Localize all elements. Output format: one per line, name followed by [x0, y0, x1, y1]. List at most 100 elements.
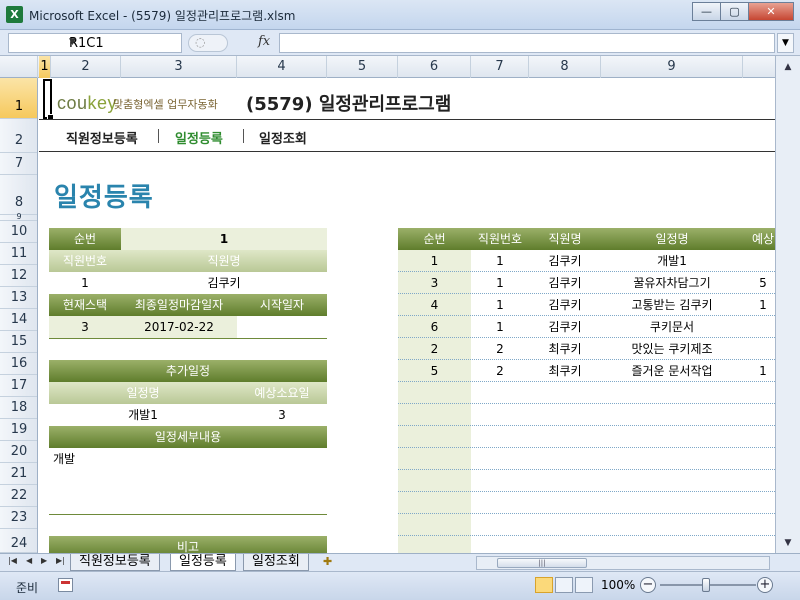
table-row[interactable]: 2 2 최쿠키 맛있는 쿠키제조: [398, 338, 775, 360]
row-header[interactable]: 12: [0, 265, 37, 287]
table-row[interactable]: [398, 382, 775, 404]
row-header[interactable]: 10: [0, 221, 37, 243]
sheet-tab-schedule-registration[interactable]: 일정등록: [170, 554, 236, 571]
normal-view-button[interactable]: [535, 577, 553, 593]
row-header[interactable]: 16: [0, 353, 37, 375]
nav-item-schedule-registration[interactable]: 일정등록: [175, 128, 223, 147]
seq-value[interactable]: 1: [121, 228, 327, 250]
cell-schedule: 쿠키문서: [649, 320, 695, 334]
zoom-slider-knob[interactable]: [702, 578, 710, 592]
row-header[interactable]: 1: [0, 78, 37, 119]
formula-bar-handle[interactable]: ◌: [188, 34, 228, 52]
macro-record-icon[interactable]: [58, 578, 73, 592]
coukey-logo: coukey: [57, 93, 118, 113]
row-header[interactable]: 14: [0, 309, 37, 331]
nav-item-schedule-lookup[interactable]: 일정조회: [259, 128, 307, 147]
expand-formula-bar-icon[interactable]: ▼: [777, 33, 794, 53]
insert-function-button[interactable]: fx: [258, 34, 270, 49]
column-header[interactable]: 2: [51, 56, 121, 78]
table-row[interactable]: [398, 426, 775, 448]
row-header[interactable]: 2: [0, 119, 37, 153]
prev-sheet-icon[interactable]: ◀: [26, 556, 32, 565]
schedule-name-input[interactable]: 개발1: [49, 404, 237, 426]
row-header[interactable]: 17: [0, 375, 37, 397]
column-header[interactable]: 5: [327, 56, 398, 78]
cell-name: 김쿠키: [548, 276, 582, 290]
select-all-corner[interactable]: [0, 56, 38, 78]
sheet-tab-schedule-lookup[interactable]: 일정조회: [243, 554, 309, 571]
column-header[interactable]: 3: [121, 56, 237, 78]
minimize-button[interactable]: —: [692, 2, 721, 21]
last-sheet-icon[interactable]: ▶|: [56, 556, 65, 565]
row-header[interactable]: 8: [0, 175, 37, 215]
table-row[interactable]: [398, 470, 775, 492]
column-header[interactable]: 7: [471, 56, 529, 78]
row-header[interactable]: 18: [0, 397, 37, 419]
stack-value[interactable]: 3: [49, 316, 121, 338]
column-header[interactable]: 1: [39, 56, 51, 78]
name-box-dropdown-icon[interactable]: ▼: [69, 37, 178, 47]
column-header[interactable]: 9: [601, 56, 743, 78]
emp-name-value[interactable]: 김쿠키: [121, 272, 327, 294]
cell-seq: 4: [430, 298, 439, 312]
table-row[interactable]: 3 1 김쿠키 꿀유자차담그기 5: [398, 272, 775, 294]
active-cell-cursor[interactable]: [43, 79, 54, 121]
row-header[interactable]: 24: [0, 529, 37, 553]
table-row[interactable]: [398, 492, 775, 514]
row-header[interactable]: 7: [0, 153, 37, 175]
start-date-value[interactable]: [237, 316, 327, 338]
detail-input[interactable]: 개발: [53, 448, 323, 470]
table-row[interactable]: 5 2 최쿠키 즐거운 문서작업 1: [398, 360, 775, 382]
table-row[interactable]: 1 1 김쿠키 개발1: [398, 250, 775, 272]
excel-app-icon[interactable]: X: [6, 6, 23, 23]
table-row[interactable]: [398, 448, 775, 470]
row-header[interactable]: 11: [0, 243, 37, 265]
close-button[interactable]: ✕: [748, 2, 794, 21]
next-sheet-icon[interactable]: ▶: [41, 556, 47, 565]
column-header[interactable]: 8: [529, 56, 601, 78]
horizontal-scroll-thumb[interactable]: |||: [497, 558, 587, 568]
table-row[interactable]: 6 1 김쿠키 쿠키문서: [398, 316, 775, 338]
page-break-preview-button[interactable]: [575, 577, 593, 593]
first-sheet-icon[interactable]: |◀: [8, 556, 17, 565]
cell-emp-no: 2: [496, 342, 504, 356]
nav-item-employee-registration[interactable]: 직원정보등록: [66, 128, 138, 147]
cell-emp-no: 1: [496, 276, 504, 290]
sheet-tab-bar: |◀ ◀ ▶ ▶| 직원정보등록 일정등록 일정조회 ✚ |||: [0, 553, 800, 571]
emp-no-value[interactable]: 1: [49, 272, 121, 294]
sheet-tab-employee-registration[interactable]: 직원정보등록: [70, 554, 160, 571]
row-header[interactable]: 23: [0, 507, 37, 529]
worksheet[interactable]: coukey 맞춤형엑셀 업무자동화 (5579) 일정관리프로그램 직원정보등…: [39, 79, 775, 553]
row-header[interactable]: 13: [0, 287, 37, 309]
name-box[interactable]: R1C1 ▼: [8, 33, 182, 53]
zoom-level[interactable]: 100%: [601, 578, 635, 592]
row-header[interactable]: 19: [0, 419, 37, 441]
scroll-up-icon[interactable]: ▲: [780, 59, 796, 75]
column-header[interactable]: 6: [398, 56, 471, 78]
formula-input[interactable]: [279, 33, 775, 53]
page-layout-view-button[interactable]: [555, 577, 573, 593]
maximize-button[interactable]: ▢: [720, 2, 749, 21]
row-header[interactable]: 21: [0, 463, 37, 485]
cell-days: [743, 316, 775, 338]
table-row[interactable]: [398, 404, 775, 426]
cell-seq: 5: [430, 364, 439, 378]
scroll-down-icon[interactable]: ▼: [780, 535, 796, 551]
cell-days: 1: [759, 364, 767, 378]
deadline-value[interactable]: 2017-02-22: [121, 316, 237, 338]
row-header[interactable]: 22: [0, 485, 37, 507]
status-bar: 준비 100% − +: [0, 571, 800, 600]
cell-days: [743, 250, 775, 272]
column-header[interactable]: 4: [237, 56, 327, 78]
expected-days-input[interactable]: 3: [237, 404, 327, 426]
zoom-in-button[interactable]: +: [757, 577, 773, 593]
table-row[interactable]: 4 1 김쿠키 고통받는 김쿠키 1: [398, 294, 775, 316]
stack-label: 현재스택: [49, 294, 121, 316]
row-header[interactable]: 20: [0, 441, 37, 463]
zoom-out-button[interactable]: −: [640, 577, 656, 593]
table-row[interactable]: [398, 514, 775, 536]
row-header[interactable]: 15: [0, 331, 37, 353]
vertical-scrollbar[interactable]: ▲ ▼: [775, 56, 800, 553]
horizontal-scrollbar[interactable]: |||: [476, 556, 770, 570]
insert-sheet-icon[interactable]: ✚: [323, 555, 341, 570]
